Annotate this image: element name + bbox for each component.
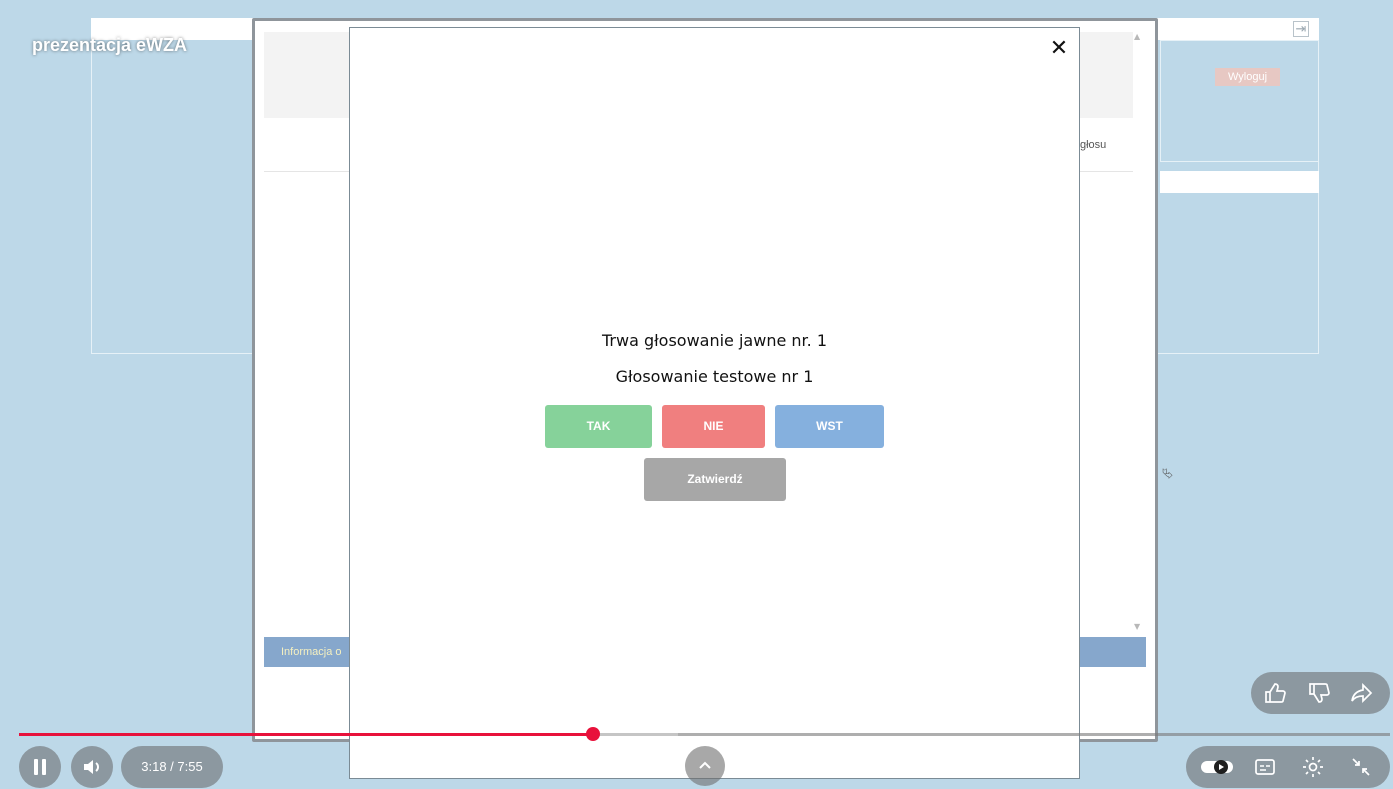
voting-modal (349, 27, 1080, 779)
reaction-controls (1251, 672, 1390, 714)
share-icon[interactable] (1349, 680, 1375, 706)
info-bar-text: Informacja o (281, 646, 342, 658)
mouse-pointer-icon: ⮱ (1162, 466, 1174, 482)
volume-button[interactable] (71, 746, 113, 788)
column-header-fragment: głosu (1080, 139, 1107, 151)
time-display: 3:18 / 7:55 (121, 746, 223, 788)
logout-icon[interactable]: ⇥ (1293, 21, 1309, 37)
autoplay-toggle-icon[interactable] (1200, 754, 1234, 780)
confirm-button[interactable]: Zatwierdź (644, 458, 786, 501)
background-right-strip (1160, 171, 1319, 193)
chevron-up-icon (692, 753, 718, 779)
background-user-box (1160, 40, 1319, 162)
pause-button[interactable] (19, 746, 61, 788)
progress-fill (19, 733, 593, 736)
thumb-down-icon[interactable] (1306, 680, 1332, 706)
voting-status-title: Trwa głosowanie jawne nr. 1 (601, 331, 827, 350)
vote-yes-button[interactable]: TAK (545, 405, 652, 448)
pause-icon (27, 754, 53, 780)
exit-fullscreen-icon[interactable] (1348, 754, 1374, 780)
logout-button[interactable]: Wyloguj (1215, 68, 1280, 86)
vote-no-button[interactable]: NIE (662, 405, 765, 448)
captions-icon[interactable] (1252, 754, 1278, 780)
close-icon[interactable]: ✕ (1047, 37, 1071, 61)
gear-icon[interactable] (1300, 754, 1326, 780)
volume-icon (79, 754, 105, 780)
scroll-down-arrow-icon[interactable]: ▼ (1134, 622, 1140, 631)
scroll-up-arrow-icon[interactable]: ▲ (1134, 32, 1140, 41)
thumb-up-icon[interactable] (1262, 680, 1288, 706)
video-title[interactable]: prezentacja eWZA (32, 35, 187, 56)
expand-button[interactable] (685, 746, 725, 786)
voting-subject-title: Głosowanie testowe nr 1 (615, 367, 814, 386)
vote-abstain-button[interactable]: WST (775, 405, 884, 448)
progress-scrubber[interactable] (586, 727, 600, 741)
player-settings-controls (1186, 746, 1390, 788)
